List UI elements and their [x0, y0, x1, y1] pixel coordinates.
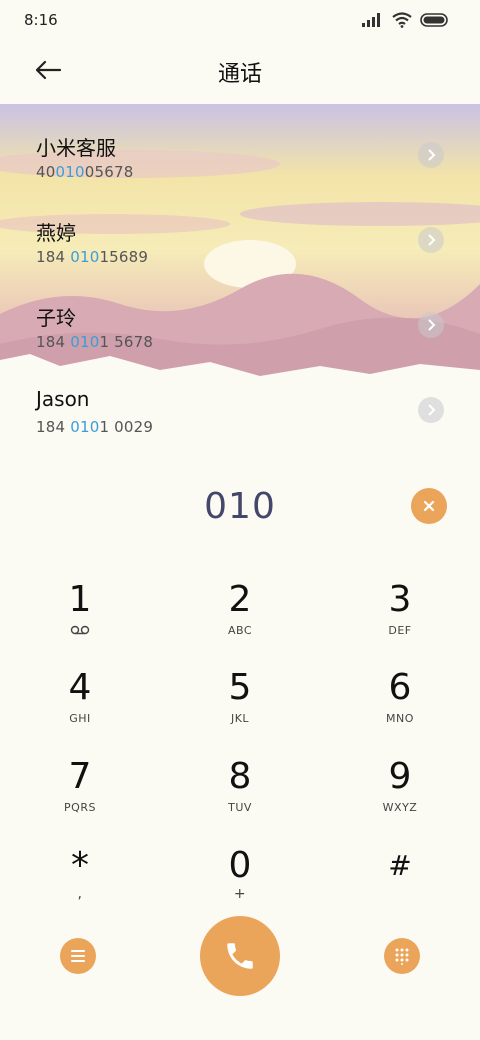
status-time: 8:16 — [24, 11, 58, 29]
call-button[interactable] — [200, 916, 280, 996]
key-7[interactable]: 7 PQRS — [20, 757, 140, 837]
key-9[interactable]: 9 WXYZ — [340, 757, 460, 837]
signal-icon — [362, 13, 380, 27]
key-4[interactable]: 4 GHI — [20, 668, 140, 748]
key-2[interactable]: 2 ABC — [180, 580, 300, 660]
menu-icon — [71, 950, 85, 962]
contact-name: 小米客服 — [36, 136, 116, 160]
key-8[interactable]: 8 TUV — [180, 757, 300, 837]
dialpad-icon — [395, 948, 409, 965]
contact-detail-button[interactable] — [418, 312, 444, 338]
contact-number: 184 0101 5678 — [36, 333, 154, 351]
contact-number: 184 0101 0029 — [36, 418, 154, 436]
key-1[interactable]: 1 — [20, 580, 140, 660]
voicemail-icon — [70, 625, 90, 635]
key-0[interactable]: 0 + — [180, 846, 300, 926]
contact-row[interactable]: 小米客服 4001005678 — [0, 104, 480, 189]
key-3[interactable]: 3 DEF — [340, 580, 460, 660]
contact-row[interactable]: 燕婷 184 01015689 — [0, 189, 480, 274]
key-5[interactable]: 5 JKL — [180, 668, 300, 748]
contact-row[interactable]: Jason 184 0101 0029 — [0, 359, 480, 444]
key-6[interactable]: 6 MNO — [340, 668, 460, 748]
status-bar: 8:16 — [0, 0, 480, 42]
app-header: 通话 — [0, 42, 480, 104]
contact-row[interactable]: 子玲 184 0101 5678 — [0, 274, 480, 359]
page-title: 通话 — [217, 62, 262, 87]
wifi-icon — [392, 12, 412, 28]
contact-name: 燕婷 — [36, 221, 76, 245]
close-icon — [423, 500, 435, 512]
contact-name: Jason — [36, 387, 90, 411]
key-star[interactable]: * , — [20, 846, 140, 926]
chevron-right-icon — [428, 319, 436, 331]
key-hash[interactable]: # — [340, 846, 460, 926]
battery-icon — [420, 13, 448, 27]
contact-detail-button[interactable] — [418, 227, 444, 253]
contact-name: 子玲 — [36, 306, 76, 330]
menu-button[interactable] — [60, 938, 96, 974]
contact-number: 4001005678 — [36, 163, 134, 181]
chevron-right-icon — [428, 149, 436, 161]
contact-detail-button[interactable] — [418, 142, 444, 168]
chevron-right-icon — [428, 234, 436, 246]
clear-button[interactable] — [411, 488, 447, 524]
contact-detail-button[interactable] — [418, 397, 444, 423]
phone-icon — [227, 943, 253, 969]
keypad-toggle-button[interactable] — [384, 938, 420, 974]
status-icons — [362, 12, 450, 28]
contact-number: 184 01015689 — [36, 248, 149, 266]
chevron-right-icon — [428, 404, 436, 416]
contact-suggestions: 小米客服 4001005678 燕婷 184 01015689 子玲 184 0… — [0, 104, 480, 444]
dialed-number: 010 — [204, 486, 276, 527]
